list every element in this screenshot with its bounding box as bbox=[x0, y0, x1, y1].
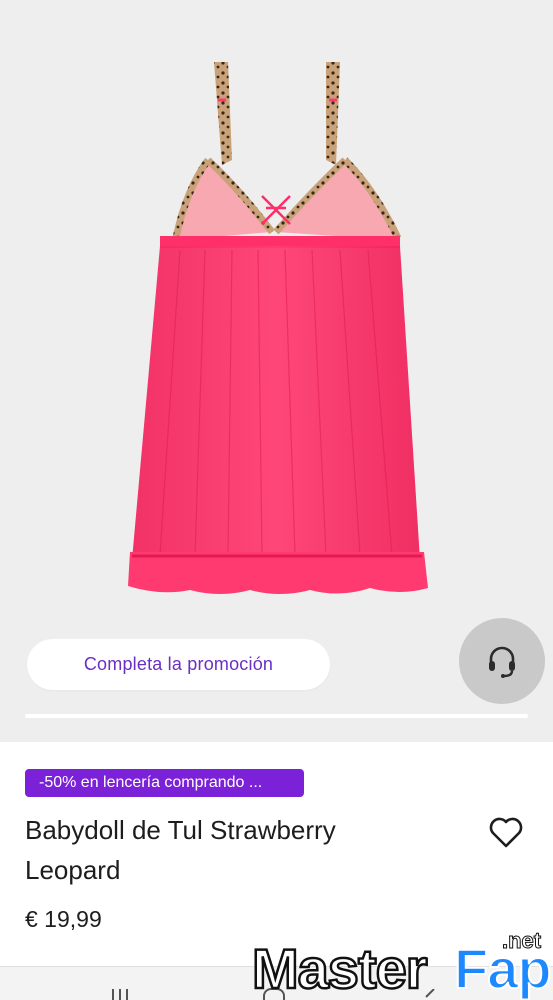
svg-text:Master: Master bbox=[252, 937, 427, 1000]
svg-text:.net: .net bbox=[502, 928, 542, 953]
wishlist-button[interactable] bbox=[486, 814, 526, 850]
product-title: Babydoll de Tul Strawberry Leopard bbox=[25, 815, 336, 885]
recent-apps-icon[interactable] bbox=[108, 989, 132, 1000]
gallery-progress-bar bbox=[25, 714, 528, 718]
watermark-logo: Master Fap .net bbox=[251, 928, 553, 1000]
product-gallery[interactable]: Completa la promoción bbox=[0, 0, 553, 742]
headset-icon bbox=[489, 646, 515, 678]
discount-badge[interactable]: -50% en lencería comprando ... bbox=[25, 769, 304, 797]
heart-outline-icon bbox=[489, 817, 523, 848]
complete-promotion-button[interactable]: Completa la promoción bbox=[27, 639, 330, 690]
customer-support-button[interactable] bbox=[459, 618, 545, 704]
product-price: € 19,99 bbox=[25, 906, 102, 932]
